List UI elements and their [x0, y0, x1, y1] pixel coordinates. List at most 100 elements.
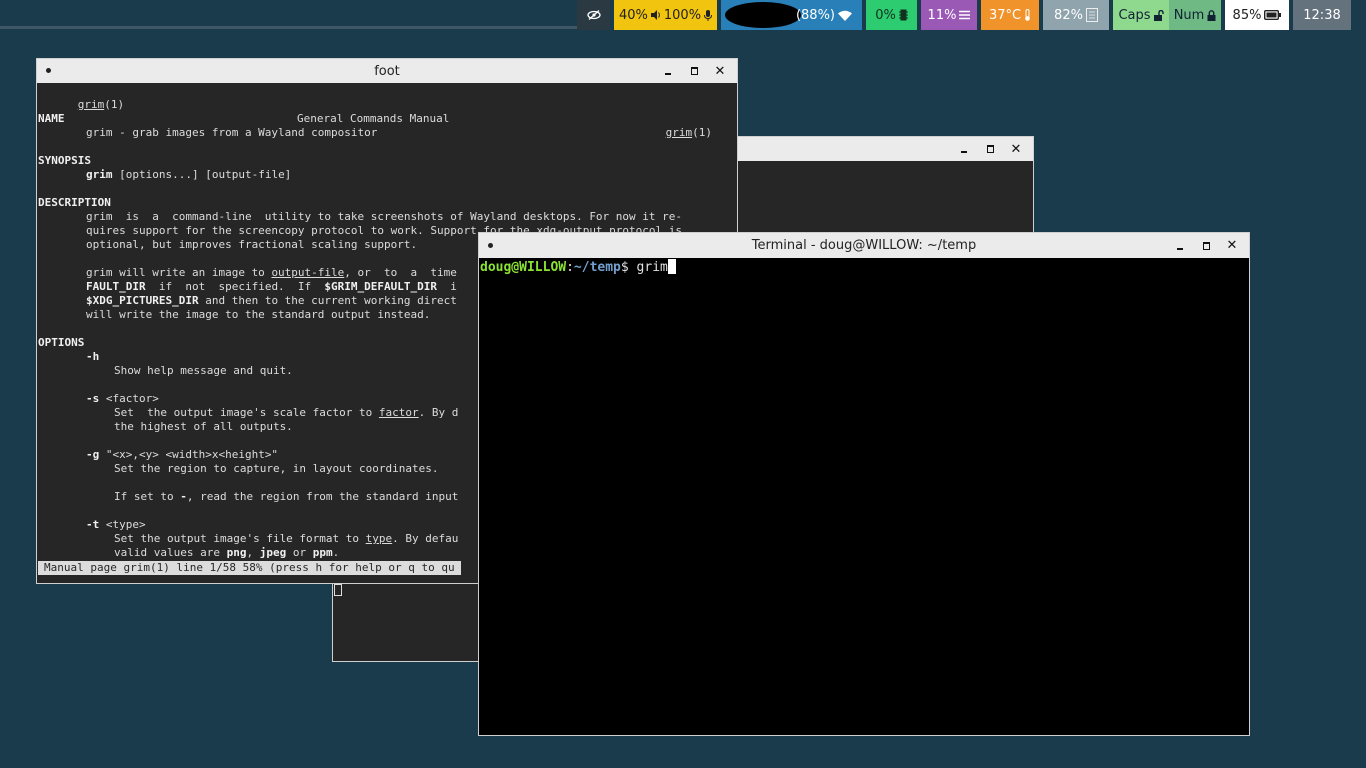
close-button[interactable]: ✕ — [1219, 238, 1245, 253]
idle-inhibitor-module[interactable] — [577, 0, 610, 30]
header-center: General Commands Manual — [297, 112, 450, 125]
section-description: DESCRIPTION — [38, 196, 111, 209]
minimize-button[interactable] — [1167, 242, 1193, 250]
desc-text: valid values are — [114, 546, 227, 559]
cpu-module[interactable]: 0% — [866, 0, 917, 30]
desc-bold: $GRIM_DEFAULT_DIR — [324, 280, 438, 293]
option-arg: <type> — [99, 518, 146, 531]
minimize-button[interactable] — [951, 145, 977, 153]
section-options: OPTIONS — [38, 336, 85, 349]
unlock-icon — [1153, 9, 1164, 21]
maximize-button[interactable] — [977, 145, 1003, 153]
section-name: NAME — [38, 112, 65, 125]
foot-titlebar[interactable]: foot ✕ — [37, 59, 737, 83]
prompt-path: ~/temp — [573, 260, 621, 275]
option-desc: Set the output image's scale factor to f… — [114, 406, 458, 420]
header-left-section: (1) — [104, 98, 125, 111]
desc-text: , — [246, 546, 260, 559]
num-label: Num — [1173, 7, 1205, 23]
minimize-button[interactable] — [655, 67, 681, 75]
option-line: -t <type> — [86, 518, 146, 532]
desc-text: if not specified. If — [145, 280, 325, 293]
desc-bold: png — [226, 546, 247, 559]
window-menu-icon[interactable] — [488, 242, 493, 248]
battery-module[interactable]: 85% — [1225, 0, 1289, 30]
desc-line: grim will write an image to output-file,… — [86, 266, 457, 280]
wifi-icon — [838, 10, 852, 21]
header-right-section: (1) — [692, 126, 712, 139]
section-synopsis: SYNOPSIS — [38, 154, 91, 167]
desktop-bar-divider — [0, 26, 577, 29]
desc-bold: ppm — [312, 546, 333, 559]
desc-bold: $XDG_PICTURES_DIR — [86, 294, 199, 307]
option-flag: -g — [86, 448, 100, 461]
desc-outfile: output-file — [271, 266, 345, 279]
desc-line: FAULT_DIR if not specified. If $GRIM_DEF… — [86, 280, 457, 294]
option-line: -g "<x>,<y> <width>x<height>" — [86, 448, 278, 462]
option-arg: <factor> — [99, 392, 159, 405]
prompt-sigil: $ — [620, 260, 637, 275]
network-module[interactable]: (88%) — [721, 0, 862, 30]
window-menu-icon[interactable] — [46, 68, 51, 73]
audio-module[interactable]: 40% 100% — [614, 0, 717, 30]
status-bar: 40% 100% (88%) 0% 11% 37°C 82% Caps Num … — [577, 0, 1351, 30]
temperature-value: 37°C — [988, 7, 1022, 23]
option-desc: valid values are png, jpeg or ppm. — [114, 546, 339, 560]
caps-lock-indicator: Caps — [1113, 0, 1169, 30]
option-arg: "<x>,<y> <width>x<height>" — [99, 448, 279, 461]
battery-icon — [1264, 10, 1282, 20]
synopsis-cmd: grim — [86, 168, 113, 181]
typed-command: grim — [636, 260, 668, 275]
lock-icon — [1207, 9, 1216, 21]
synopsis-line: grim [options...] [output-file] — [86, 168, 291, 182]
clock-module[interactable]: 12:38 — [1293, 0, 1351, 30]
desc-line: optional, but improves fractional scalin… — [86, 238, 418, 251]
cpu-usage: 0% — [875, 7, 896, 23]
terminal-content[interactable]: doug@WILLOW:~/temp$ grim — [480, 259, 1249, 735]
option-desc: Set the region to capture, in layout coo… — [114, 462, 439, 475]
redacted-ssid — [725, 2, 801, 28]
num-lock-indicator: Num — [1169, 0, 1221, 30]
desc-line: will write the image to the standard out… — [86, 308, 431, 321]
desc-text: If set to — [114, 490, 181, 503]
text-cursor — [334, 584, 342, 596]
desc-line: $XDG_PICTURES_DIR and then to the curren… — [86, 294, 457, 308]
terminal-window[interactable]: Terminal - doug@WILLOW: ~/temp ✕ doug@WI… — [478, 232, 1250, 736]
temperature-module[interactable]: 37°C — [981, 0, 1039, 30]
desc-text: or — [286, 546, 313, 559]
desc-text: . By defau — [392, 532, 459, 545]
memory-icon — [959, 10, 971, 20]
text-cursor — [667, 259, 676, 274]
prompt-colon: : — [566, 260, 574, 275]
desc-line: grim is a command-line utility to take s… — [86, 210, 683, 223]
backlight-value: 82% — [1054, 7, 1083, 23]
desc-text: Set the output image's scale factor to — [114, 406, 379, 419]
memory-module[interactable]: 11% — [921, 0, 977, 30]
man-header: grim(1) General Commands Manual grim(1) — [38, 84, 734, 139]
close-button[interactable]: ✕ — [1003, 142, 1029, 157]
name-text: grim - grab images from a Wayland compos… — [86, 126, 378, 139]
option-line: -s <factor> — [86, 392, 159, 406]
desc-bold: jpeg — [259, 546, 287, 559]
clock-time: 12:38 — [1303, 7, 1341, 23]
window-title: foot — [374, 63, 400, 79]
desc-text: . By d — [418, 406, 459, 419]
battery-level: 85% — [1232, 7, 1262, 23]
mic-volume: 100% — [663, 7, 702, 23]
speaker-icon — [650, 10, 660, 20]
desc-bold: FAULT_DIR — [86, 280, 146, 293]
close-button[interactable]: ✕ — [707, 64, 733, 79]
terminal-titlebar[interactable]: Terminal - doug@WILLOW: ~/temp ✕ — [479, 233, 1249, 258]
caps-label: Caps — [1118, 7, 1151, 23]
backlight-module[interactable]: 82% — [1043, 0, 1109, 30]
thermometer-icon — [1025, 9, 1030, 21]
eye-off-icon — [586, 10, 601, 20]
pager-status-line: Manual page grim(1) line 1/58 58% (press… — [38, 561, 461, 575]
option-desc: If set to -, read the region from the st… — [114, 490, 458, 504]
synopsis-args: [options...] [output-file] — [112, 168, 292, 181]
maximize-button[interactable] — [681, 67, 707, 75]
prompt-user-host: doug@WILLOW — [480, 260, 567, 275]
maximize-button[interactable] — [1193, 242, 1219, 250]
desc-text: . — [332, 546, 340, 559]
window-title: Terminal - doug@WILLOW: ~/temp — [751, 238, 977, 253]
